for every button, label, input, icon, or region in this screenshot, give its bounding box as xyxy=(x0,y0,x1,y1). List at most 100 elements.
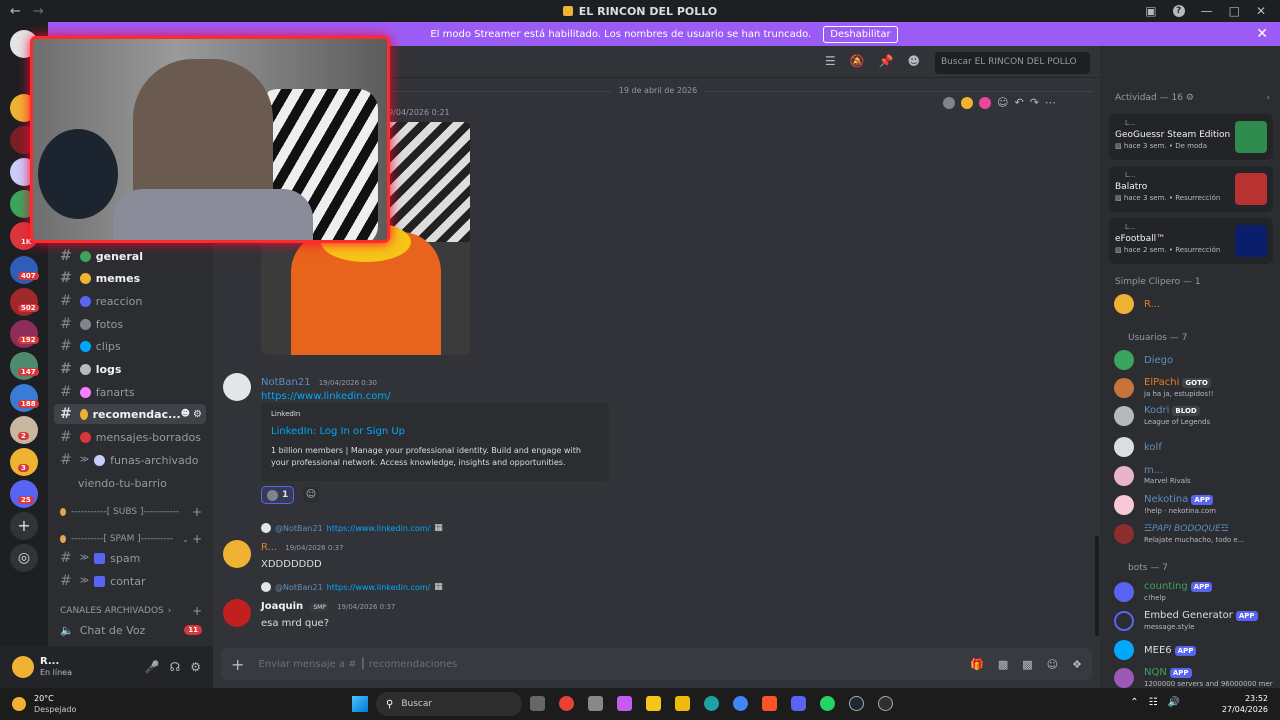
user-avatar[interactable] xyxy=(12,656,34,678)
members-icon[interactable]: ☻ xyxy=(907,54,920,68)
file-explorer-icon[interactable] xyxy=(646,696,661,711)
taskbar-search[interactable]: ⚲ Buscar xyxy=(376,692,522,716)
category-archived[interactable]: CANALES ARCHIVADOS › + xyxy=(54,601,206,621)
category-spam[interactable]: ----------[ SPAM ]---------- ⌄ + xyxy=(54,529,206,549)
channel-funas-archivado[interactable]: # ≫ funas-archivado xyxy=(54,450,206,470)
author-avatar[interactable] xyxy=(223,373,251,401)
author-name[interactable]: NotBan21 xyxy=(261,377,311,388)
member-row[interactable]: kolf xyxy=(1114,437,1162,457)
notification-muted-icon[interactable]: 🔕 xyxy=(850,54,865,68)
more-icon[interactable]: ⋯ xyxy=(1045,96,1056,109)
gif-icon[interactable]: ▩ xyxy=(998,658,1008,671)
headphones-icon[interactable]: ☊ xyxy=(170,660,181,674)
threads-icon[interactable]: ☰ xyxy=(825,54,836,68)
channel-contar[interactable]: # ≫ contar xyxy=(54,571,206,591)
voice-channel[interactable]: 🔈 Chat de Voz 11 xyxy=(54,620,206,640)
minimize-icon[interactable]: — xyxy=(1201,4,1213,18)
volume-icon[interactable]: 🔊 xyxy=(1168,697,1180,708)
forward-icon[interactable]: ↷ xyxy=(1030,96,1039,109)
activity-card[interactable]: L... GeoGuessr Steam Edition ▨ hace 3 se… xyxy=(1109,114,1273,160)
binance-icon[interactable] xyxy=(675,696,690,711)
channel-memes[interactable]: # memes xyxy=(54,268,206,288)
message-input[interactable]: Enviar mensaje a # ┃ recomendaciones xyxy=(258,659,457,670)
search-input[interactable]: Buscar EL RINCON DEL POLLO xyxy=(935,52,1090,74)
member-row[interactable]: Diego xyxy=(1114,350,1173,370)
inbox-icon[interactable]: ▣ xyxy=(1145,4,1156,18)
gear-icon[interactable]: ⚙ xyxy=(193,409,202,420)
sticker-icon[interactable]: ▩ xyxy=(1022,658,1032,671)
windows-start-icon[interactable] xyxy=(352,696,368,712)
activity-header[interactable]: Actividad — 16 ⚙ › xyxy=(1115,93,1270,103)
explore-icon[interactable]: ◎ xyxy=(10,544,38,572)
category-subs[interactable]: -----------[ SUBS ]----------- + xyxy=(54,502,206,522)
member-row[interactable]: m... Marvel Rivals xyxy=(1114,464,1191,487)
author-name[interactable]: R... xyxy=(261,542,277,553)
chevron-up-icon[interactable]: ⌃ xyxy=(1130,697,1138,708)
reply-reference[interactable]: @NotBan21 https://www.linkedin.com/ ▦ xyxy=(261,582,443,592)
chrome-icon[interactable] xyxy=(733,696,748,711)
author-avatar[interactable] xyxy=(223,540,251,568)
add-icon[interactable]: + xyxy=(192,532,202,546)
disable-streamer-button[interactable]: Deshabilitar xyxy=(823,25,898,43)
member-row[interactable]: NQN APP 1200000 servers and 96000000 mer xyxy=(1114,666,1273,690)
app-icon[interactable] xyxy=(588,696,603,711)
reaction-pill[interactable]: 1 xyxy=(261,486,295,504)
reaction-emoji-icon[interactable] xyxy=(979,96,991,109)
channel-spam[interactable]: # ≫ spam xyxy=(54,548,206,568)
reaction-emoji-icon[interactable] xyxy=(961,96,973,109)
emoji-icon[interactable]: ☺ xyxy=(1047,658,1058,671)
pin-icon[interactable]: 📌 xyxy=(879,54,894,68)
discord-icon[interactable] xyxy=(791,696,806,711)
reply-reference[interactable]: @NotBan21 https://www.linkedin.com/ ▦ xyxy=(261,523,443,533)
whatsapp-icon[interactable] xyxy=(820,696,835,711)
add-icon[interactable]: + xyxy=(192,604,202,618)
network-icon[interactable]: ☷ xyxy=(1149,697,1158,708)
gift-icon[interactable]: 🎁 xyxy=(970,658,984,671)
activity-card[interactable]: L... Balatro ▨ hace 3 sem. • Resurrecció… xyxy=(1109,166,1273,212)
weather-widget[interactable]: 20°C Despejado xyxy=(34,693,76,715)
channel-reaccion[interactable]: # reaccion xyxy=(54,291,206,311)
channel-fotos[interactable]: # fotos xyxy=(54,314,206,334)
gear-icon[interactable]: ⚙ xyxy=(190,660,201,674)
edge-icon[interactable] xyxy=(704,696,719,711)
steam-icon[interactable] xyxy=(849,696,864,711)
close-icon[interactable]: ✕ xyxy=(1256,26,1268,42)
chrome-icon[interactable] xyxy=(559,696,574,711)
add-reaction-icon[interactable]: ☺ xyxy=(303,487,319,503)
member-row[interactable]: Nekotina APP !help · nekotina.com xyxy=(1114,493,1216,517)
channel-mensajes-borrados[interactable]: # mensajes-borrados xyxy=(54,427,206,447)
reply-icon[interactable]: ↶ xyxy=(1014,96,1023,109)
reaction-emoji-icon[interactable] xyxy=(943,96,955,109)
chat-scrollbar[interactable] xyxy=(1095,536,1099,636)
help-icon[interactable]: ? xyxy=(1172,5,1185,17)
member-row[interactable]: ☲PAPI BODOQUE☲ Relajate muchacho, todo e… xyxy=(1114,522,1244,546)
brave-icon[interactable] xyxy=(762,696,777,711)
member-row[interactable]: MEE6 APP xyxy=(1114,640,1197,660)
add-reaction-icon[interactable]: ☺ xyxy=(997,96,1008,109)
task-view-icon[interactable] xyxy=(530,696,545,711)
apps-icon[interactable]: ❖ xyxy=(1072,658,1082,671)
channel-logs[interactable]: # logs xyxy=(54,359,206,379)
channel-viendo-tu-barrio[interactable]: viendo-tu-barrio xyxy=(54,473,206,493)
clock[interactable]: 23:52 27/04/2026 xyxy=(1222,693,1268,715)
channel-recomendaciones[interactable]: # recomendac... ☻ ⚙ xyxy=(54,404,206,424)
author-avatar[interactable] xyxy=(223,599,251,627)
member-row[interactable]: Kodri BLOD League of Legends xyxy=(1114,404,1210,428)
member-row[interactable]: Embed Generator APP message.style xyxy=(1114,609,1258,633)
microphone-icon[interactable]: 🎤 xyxy=(145,660,160,674)
add-server-icon[interactable]: + xyxy=(10,512,38,540)
member-row[interactable]: ElPachi GOTO ja ha ja, estupidos!! xyxy=(1114,376,1274,400)
add-member-icon[interactable]: ☻ xyxy=(181,409,190,419)
channel-clips[interactable]: # clips xyxy=(54,336,206,356)
add-icon[interactable]: + xyxy=(192,505,202,519)
maximize-icon[interactable]: □ xyxy=(1229,4,1240,18)
message-link[interactable]: https://www.linkedin.com/ xyxy=(261,391,391,402)
channel-fanarts[interactable]: # fanarts xyxy=(54,382,206,402)
embed-title[interactable]: LinkedIn: Log In or Sign Up xyxy=(271,426,599,437)
add-attachment-icon[interactable]: + xyxy=(231,655,244,674)
member-row[interactable]: R... xyxy=(1114,294,1160,314)
chevron-down-icon[interactable]: ⌄ xyxy=(182,535,189,544)
app-icon[interactable] xyxy=(617,696,632,711)
activity-card[interactable]: L... eFootball™ ▨ hace 2 sem. • Resurrec… xyxy=(1109,218,1273,264)
close-window-icon[interactable]: ✕ xyxy=(1256,4,1266,18)
